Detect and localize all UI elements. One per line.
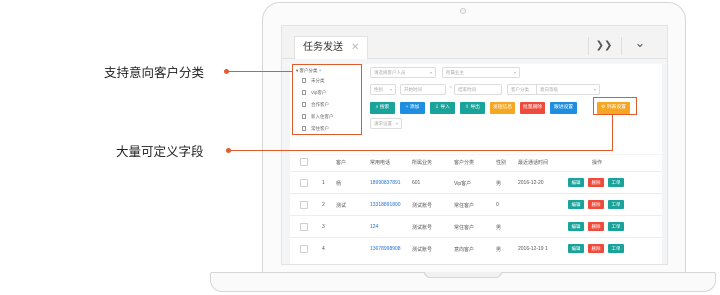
edit-button[interactable]: 编辑 <box>568 178 584 187</box>
row-checkbox[interactable] <box>300 179 308 187</box>
row-divider <box>290 193 662 194</box>
row-checkbox[interactable] <box>300 245 308 253</box>
gender-cell: 0 <box>496 202 499 208</box>
add-button[interactable]: + 添加 <box>400 102 425 114</box>
edit-button[interactable]: 编辑 <box>568 200 584 209</box>
row-divider <box>290 215 662 216</box>
request-settings-select[interactable]: 请求设置 ▾ <box>370 118 402 129</box>
header-divider <box>621 37 622 55</box>
edit-button[interactable]: 编辑 <box>568 222 584 231</box>
tree-callout-dot <box>224 69 229 74</box>
row-number: 4 <box>322 246 325 252</box>
customer-table: 客户 常用电话 所属业务 客户分类 性别 最近通话时间 操作 1 杨 18990… <box>290 155 662 264</box>
range-separator: ~ <box>449 85 452 91</box>
tab-bar: 任务发送 ✕ ❯❯ ⌄ <box>282 26 667 59</box>
column-header: 常用电话 <box>370 160 391 166</box>
export-button[interactable]: ⇧ 导出 <box>460 102 485 114</box>
gender-cell: 男 <box>496 225 502 231</box>
row-number: 3 <box>322 224 325 230</box>
export-icon: ⇧ <box>465 105 470 110</box>
phone-link[interactable]: 13678998908 <box>370 246 401 252</box>
customer-staff-select[interactable]: 请选择客户人员 ▾ <box>370 67 436 78</box>
business-cell: 测试账号 <box>412 203 433 209</box>
column-header: 最近通话时间 <box>518 160 549 166</box>
row-divider <box>290 237 662 238</box>
import-icon: ⇩ <box>435 105 440 110</box>
owner-select[interactable]: 所属业主 ▾ <box>442 67 520 78</box>
column-header: 性别 <box>496 160 507 166</box>
start-time-input[interactable]: 开始时间 <box>400 84 446 95</box>
phone-link[interactable]: 124 <box>370 224 378 230</box>
batch-delete-button[interactable]: 批量删除 <box>520 102 545 114</box>
work-order-button[interactable]: 工单 <box>608 222 624 231</box>
tree-highlight-box <box>292 64 362 135</box>
plus-icon: + <box>405 105 409 110</box>
chevron-down-icon[interactable]: ⌄ <box>627 32 653 54</box>
close-icon[interactable]: ✕ <box>351 42 359 53</box>
customer-name: 杨 <box>336 181 342 187</box>
tree-callout-line <box>226 71 292 73</box>
delete-button[interactable]: 删除 <box>588 178 604 187</box>
business-cell: 601 <box>412 180 421 186</box>
row-checkbox[interactable] <box>300 223 308 231</box>
tab-label: 任务发送 <box>303 42 343 53</box>
category-cell: 常住客户 <box>454 203 475 209</box>
category-cell: Vip客户 <box>454 181 472 187</box>
search-icon: ⌕ <box>375 105 379 110</box>
app-screen: 任务发送 ✕ ❯❯ ⌄ ▾ 客户分类 + 未分类 Vip客户 合作客户 新入住客户… <box>281 25 668 265</box>
row-number: 2 <box>322 202 325 208</box>
business-cell: 测试账号 <box>412 247 433 253</box>
list-settings-highlight-box <box>593 97 637 115</box>
phone-link[interactable]: 18990837891 <box>370 180 401 186</box>
delete-button[interactable]: 删除 <box>588 244 604 253</box>
column-header: 客户分类 <box>454 160 475 166</box>
gender-select[interactable]: 性别 ▾ <box>370 84 396 95</box>
edit-button[interactable]: 编辑 <box>568 244 584 253</box>
gender-cell: 男 <box>496 247 502 253</box>
header-divider <box>588 37 589 55</box>
delete-button[interactable]: 删除 <box>588 200 604 209</box>
gender-cell: 男 <box>496 181 502 187</box>
fields-callout-label: 大量可定义字段 <box>116 145 204 159</box>
phone-link[interactable]: 13318891800 <box>370 202 401 208</box>
follow-up-settings-button[interactable]: 跟进设置 <box>550 102 577 114</box>
work-order-button[interactable]: 工单 <box>608 178 624 187</box>
column-header: 所属业务 <box>412 160 433 166</box>
double-chevron-right-icon[interactable]: ❯❯ <box>591 35 617 57</box>
intent-level-select[interactable]: 意向等级 ▾ <box>536 84 600 95</box>
tab-task-send[interactable]: 任务发送 ✕ <box>294 36 369 59</box>
last-call-time: 2016-12-20 <box>518 180 544 186</box>
select-all-checkbox[interactable] <box>300 158 308 166</box>
fields-callout-dot <box>226 148 231 153</box>
category-cell: 意向客户 <box>454 247 475 253</box>
import-button[interactable]: ⇩ 导入 <box>430 102 455 114</box>
camera-icon <box>460 8 466 14</box>
customer-name: 测试 <box>336 203 347 209</box>
fields-callout-line-vertical <box>612 115 614 150</box>
fields-callout-line <box>228 150 613 152</box>
last-call-time: 2016-12-19 1 <box>518 246 548 252</box>
send-sms-button[interactable]: 发短信息 <box>490 102 515 114</box>
work-order-button[interactable]: 工单 <box>608 200 624 209</box>
row-divider <box>290 171 662 172</box>
work-order-button[interactable]: 工单 <box>608 244 624 253</box>
end-time-input[interactable]: 结束时间 <box>454 84 502 95</box>
row-number: 1 <box>322 180 325 186</box>
category-cell: 常住客户 <box>454 225 475 231</box>
business-cell: 测试账号 <box>412 225 433 231</box>
tree-callout-label: 支持意向客户分类 <box>104 66 205 80</box>
laptop-illustration: 任务发送 ✕ ❯❯ ⌄ ▾ 客户分类 + 未分类 Vip客户 合作客户 新入住客户… <box>0 0 720 295</box>
column-header: 客户 <box>336 160 347 166</box>
delete-button[interactable]: 删除 <box>588 222 604 231</box>
row-checkbox[interactable] <box>300 201 308 209</box>
laptop-notch <box>424 272 502 278</box>
search-button[interactable]: ⌕ 搜索 <box>370 102 395 114</box>
column-header: 操作 <box>592 160 603 166</box>
